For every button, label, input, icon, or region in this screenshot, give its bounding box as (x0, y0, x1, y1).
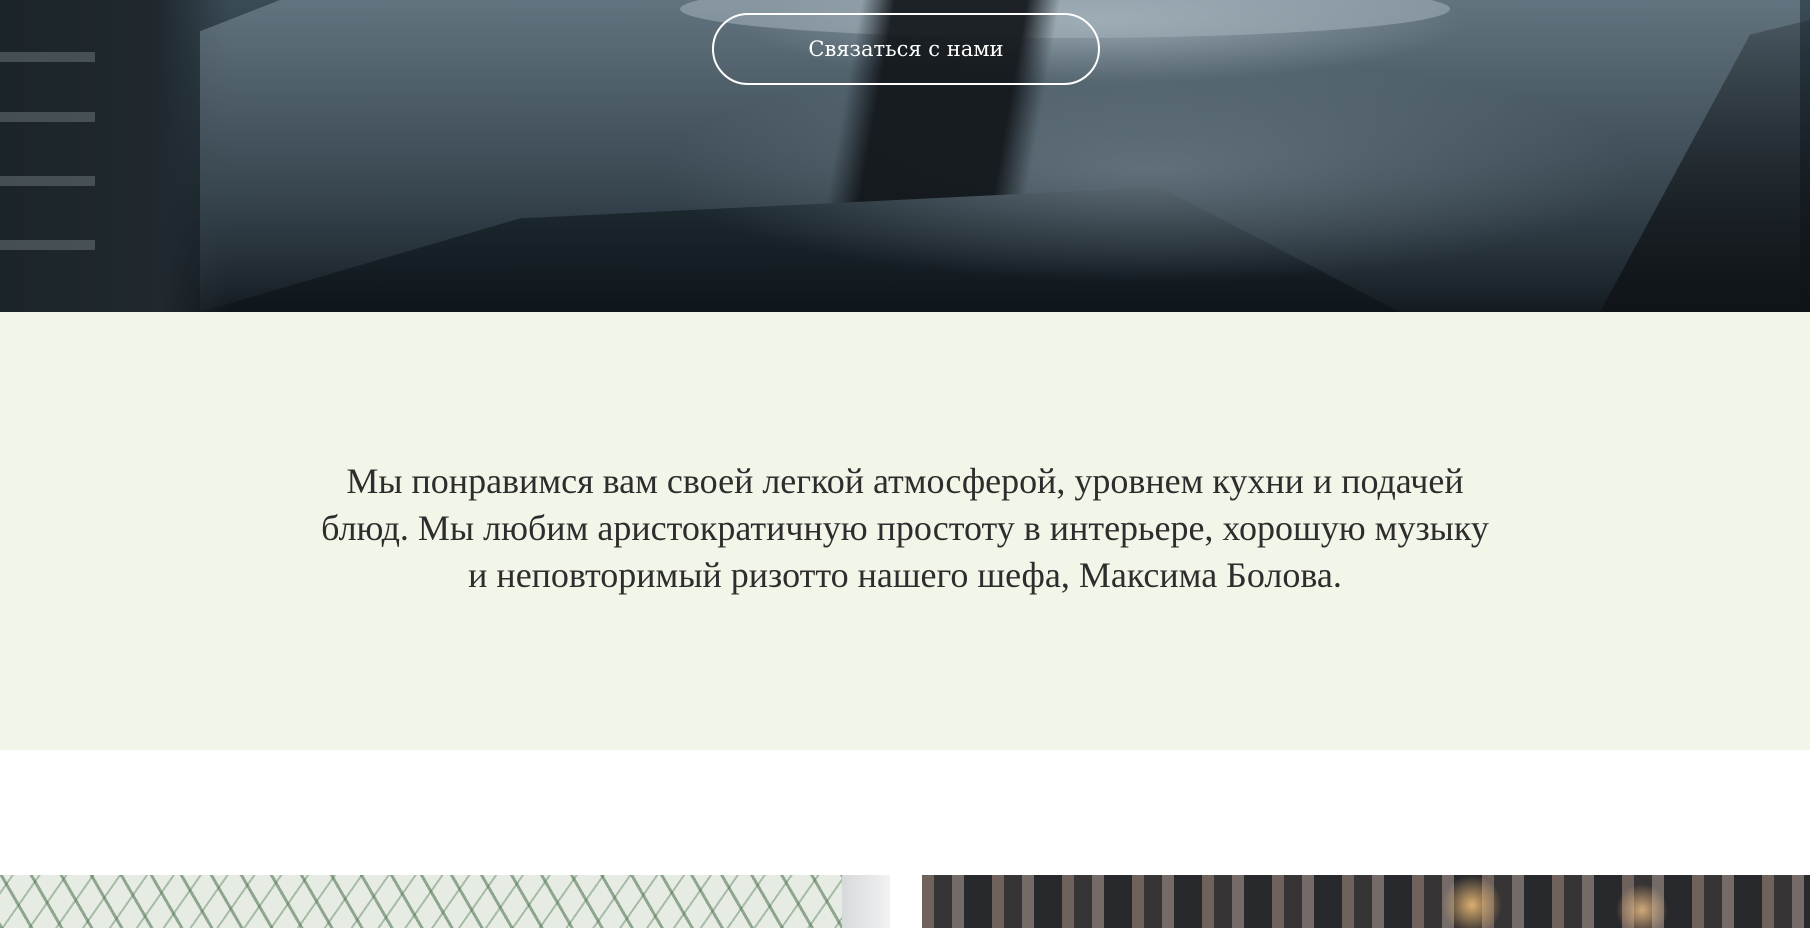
gallery-image-bar (922, 875, 1810, 928)
about-text: Мы понравимся вам своей легкой атмосферо… (321, 460, 1489, 595)
section-spacer (0, 750, 1810, 875)
contact-us-button[interactable]: Связаться с нами (712, 13, 1100, 85)
hero-image-shadow (0, 0, 230, 312)
gallery-image-wall-edge (842, 875, 890, 928)
about-section: Мы понравимся вам своей легкой атмосферо… (0, 312, 1810, 750)
hero-section: Связаться с нами (0, 0, 1810, 312)
gallery-section (0, 875, 1810, 928)
gallery-image-interior (0, 875, 890, 928)
